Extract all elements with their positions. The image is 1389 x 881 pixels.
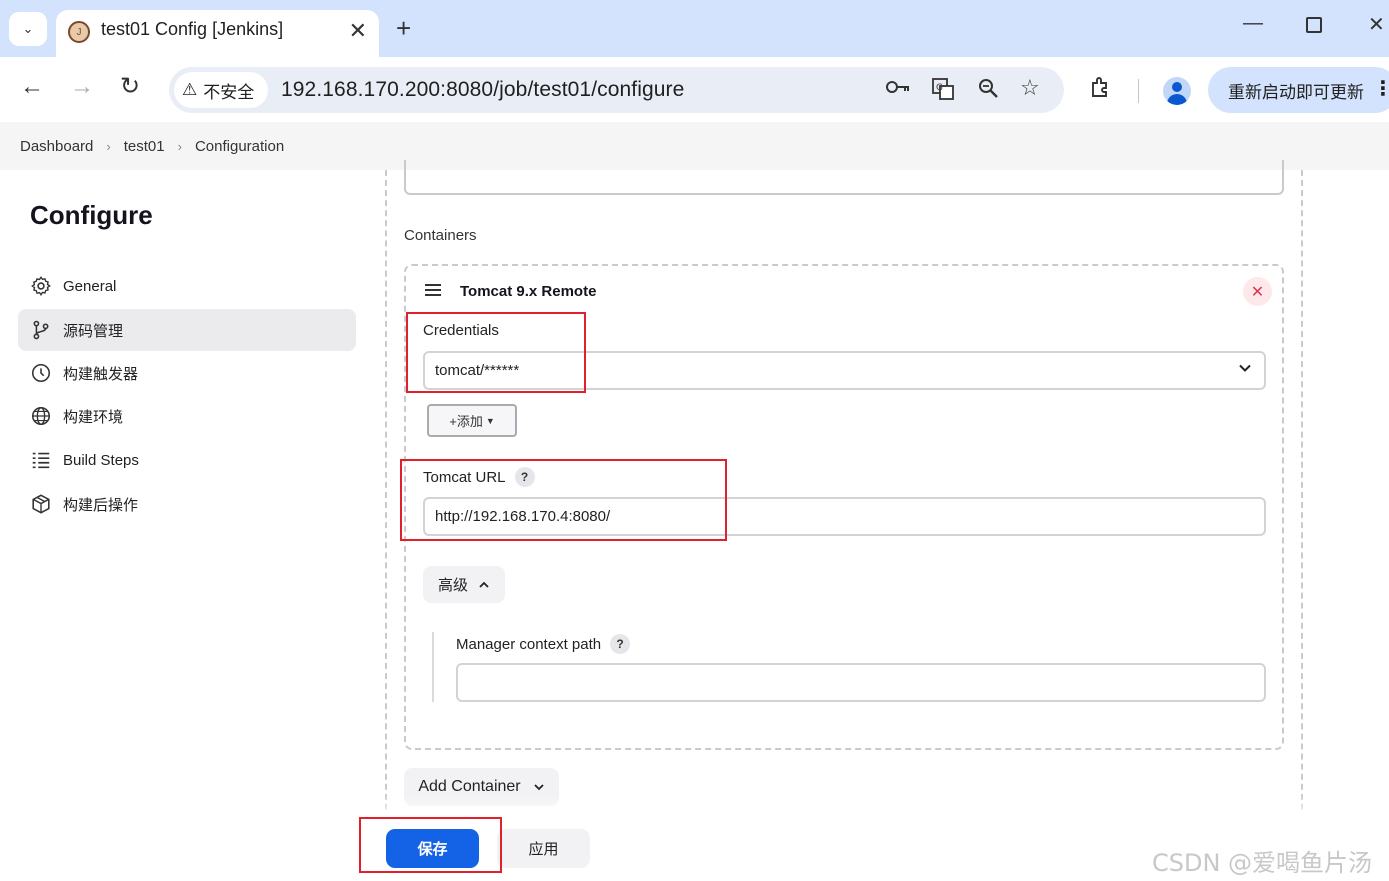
tab-title: test01 Config [Jenkins] [101,19,284,39]
add-label: +添加 [449,414,483,429]
browser-tab-active[interactable]: J test01 Config [Jenkins] ✕ [56,10,379,57]
breadcrumb-dashboard[interactable]: Dashboard [20,138,93,155]
new-tab-button[interactable]: + [396,14,411,42]
close-icon: ✕ [1250,283,1265,301]
extensions-icon[interactable] [1089,75,1113,105]
tab-close-icon[interactable]: ✕ [349,18,367,44]
breadcrumb-configuration[interactable]: Configuration [195,138,284,155]
watermark: CSDN @爱喝鱼片汤 [1152,849,1373,877]
profile-avatar[interactable] [1163,77,1191,105]
help-icon[interactable]: ? [610,634,631,654]
clock-icon [30,362,52,384]
address-bar[interactable]: ⚠ 不安全 192.168.170.200:8080/job/test01/co… [169,67,1064,113]
chevron-right-icon: › [106,138,111,154]
reload-icon[interactable]: ↻ [120,73,140,101]
translate-icon[interactable]: G [931,77,955,107]
security-label: 不安全 [203,82,255,102]
breadcrumb-job[interactable]: test01 [124,138,165,155]
advanced-section-indicator [432,632,434,702]
sidebar-item-label: 构建环境 [63,408,124,426]
sidebar-item-environment[interactable]: 构建环境 [18,395,356,437]
jenkins-favicon-icon: J [68,21,90,43]
apply-button[interactable]: 应用 [497,829,590,868]
manager-path-input[interactable] [456,663,1266,702]
browser-toolbar: ← → ↻ ⚠ 不安全 192.168.170.200:8080/job/tes… [0,57,1389,122]
sidebar-item-label: General [63,277,117,295]
key-icon[interactable] [885,77,911,103]
zoom-icon[interactable] [977,77,999,105]
sidebar-item-post-build[interactable]: 构建后操作 [18,483,356,525]
drag-handle-icon[interactable] [425,284,441,298]
update-button[interactable]: 重新启动即可更新 [1208,67,1389,113]
sidebar-item-label: 构建触发器 [63,365,139,383]
container-title: Tomcat 9.x Remote [460,283,597,300]
containers-label: Containers [404,227,477,244]
add-container-label: Add Container [418,778,521,795]
sidebar-item-label: 源码管理 [63,322,124,340]
url-text[interactable]: 192.168.170.200:8080/job/test01/configur… [281,78,684,102]
sidebar-item-general[interactable]: General [18,265,356,307]
chevron-down-icon: ⌄ [22,21,34,36]
forward-icon[interactable]: → [70,73,94,101]
sidebar-item-triggers[interactable]: 构建触发器 [18,352,356,394]
advanced-label: 高级 [437,577,468,594]
manager-path-label: Manager context path ? [456,634,631,654]
toolbar-divider [1138,79,1139,103]
sidebar-item-label: 构建后操作 [63,496,139,514]
caret-down-icon: ▼ [485,415,495,426]
chevron-down-icon [534,784,544,791]
add-credentials-button[interactable]: +添加 ▼ [427,404,517,437]
globe-icon [30,405,52,427]
bookmark-star-icon[interactable]: ☆ [1020,75,1040,101]
annotation-box-tomcat-url [400,459,727,541]
list-icon [30,449,52,471]
add-container-button[interactable]: Add Container [404,768,559,806]
sidebar-item-label: Build Steps [63,451,139,469]
annotation-box-credentials [406,312,586,393]
advanced-toggle-button[interactable]: 高级 [423,566,505,603]
annotation-box-save [359,817,502,873]
more-menu-icon[interactable]: ⋮ [1373,79,1389,99]
sidebar-item-scm[interactable]: 源码管理 [18,309,356,351]
update-label: 重新启动即可更新 [1228,82,1364,102]
tab-search-button[interactable]: ⌄ [9,12,47,46]
warning-icon: ⚠ [182,80,198,99]
browser-tabstrip: ⌄ J test01 Config [Jenkins] ✕ + — ✕ [0,0,1389,57]
branch-icon [30,319,52,341]
maximize-icon[interactable] [1306,17,1322,33]
back-icon[interactable]: ← [20,73,44,101]
page-title: Configure [30,200,153,230]
svg-text:G: G [936,83,943,93]
manager-path-label-text: Manager context path [456,635,602,653]
security-indicator[interactable]: ⚠ 不安全 [174,72,268,108]
cube-icon [30,493,52,515]
remove-container-button[interactable]: ✕ [1243,277,1272,306]
previous-field-input[interactable] [404,160,1284,195]
chevron-right-icon: › [177,138,182,154]
chevron-down-icon [1239,364,1251,372]
close-window-icon[interactable]: ✕ [1368,12,1385,37]
minimize-icon[interactable]: — [1243,12,1263,35]
gear-icon [30,275,52,297]
sidebar-item-build-steps[interactable]: Build Steps [18,439,356,481]
chevron-up-icon [479,581,489,588]
